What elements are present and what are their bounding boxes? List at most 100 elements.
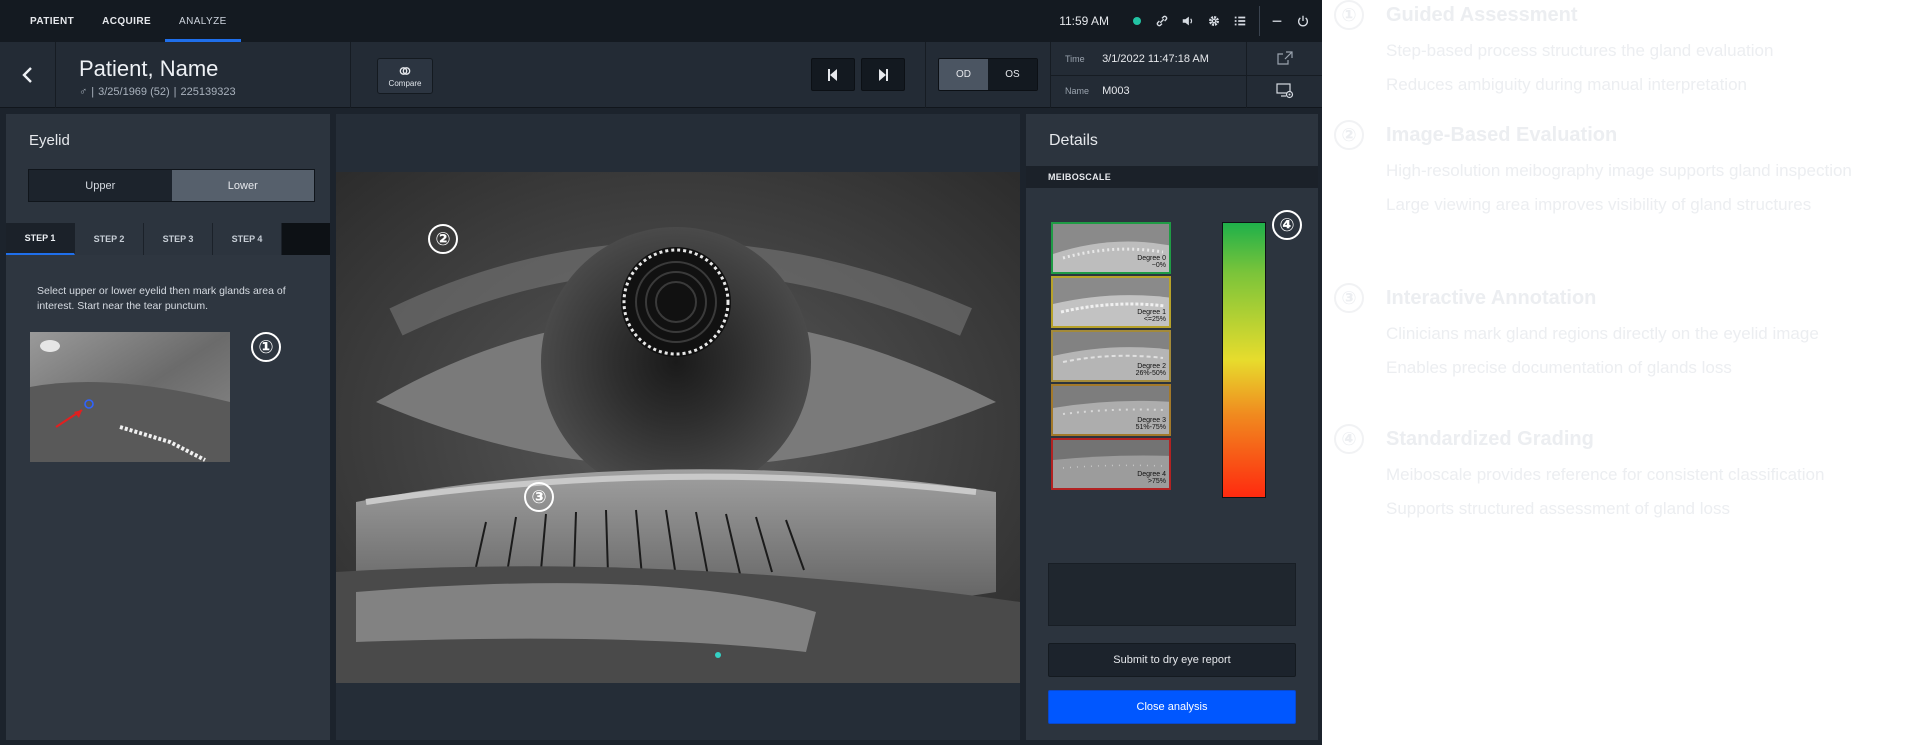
- time-value: 3/1/2022 11:47:18 AM: [1102, 53, 1209, 65]
- image-meta: Time 3/1/2022 11:47:18 AM Name M003: [1051, 42, 1322, 108]
- tab-step-2[interactable]: STEP 2: [75, 223, 144, 255]
- annotation-text: Large viewing area improves visibility o…: [1386, 195, 1812, 214]
- volume-icon[interactable]: [1181, 14, 1195, 28]
- nav-right-tools: 11:59 AM: [1059, 0, 1322, 42]
- top-nav: PATIENT ACQUIRE ANALYZE 11:59 AM: [0, 0, 1322, 42]
- export-icon[interactable]: [1276, 49, 1294, 67]
- patient-bar: Patient, Name ♂ | 3/25/1969 (52) | 225139323…: [0, 42, 1322, 108]
- divider: [925, 42, 926, 108]
- annotation-item-2: ② Image-Based Evaluation High-resolution…: [1334, 120, 1906, 229]
- minimize-icon[interactable]: [1270, 14, 1284, 28]
- clock: 11:59 AM: [1059, 14, 1109, 28]
- panel-title: Eyelid: [29, 132, 70, 149]
- annotation-title: Interactive Annotation: [1386, 287, 1597, 309]
- divider: [1246, 42, 1247, 108]
- annotation-text: Clinicians mark gland regions directly o…: [1386, 324, 1819, 343]
- patient-name: Patient, Name: [79, 56, 219, 81]
- degree-card-3[interactable]: Degree 3 51%-75%: [1051, 384, 1171, 436]
- tab-analyze[interactable]: ANALYZE: [165, 0, 241, 42]
- annotation-text: Enables precise documentation of glands …: [1386, 358, 1732, 377]
- image-viewer: [336, 114, 1020, 740]
- eyelid-option-lower[interactable]: Lower: [171, 170, 314, 201]
- compare-button[interactable]: Compare: [377, 58, 433, 94]
- status-indicator: [1133, 17, 1141, 25]
- tab-step-4[interactable]: STEP 4: [213, 223, 282, 255]
- gear-icon[interactable]: [1207, 14, 1221, 28]
- meiboscale-label: MEIBOSCALE: [1048, 172, 1112, 182]
- annotation-number: ①: [1334, 0, 1364, 30]
- callout-badge-2: ②: [428, 224, 458, 254]
- annotation-title: Image-Based Evaluation: [1386, 124, 1618, 146]
- back-button[interactable]: [0, 42, 56, 108]
- link-icon[interactable]: [1155, 14, 1169, 28]
- annotation-number: ②: [1334, 120, 1364, 150]
- viewer-bottom-bar: [336, 683, 1020, 740]
- time-label: Time: [1065, 54, 1085, 64]
- eye-option-os[interactable]: OS: [988, 59, 1037, 90]
- annotation-text: Reduces ambiguity during manual interpre…: [1386, 75, 1747, 94]
- degree-card-0[interactable]: Degree 0 ~0%: [1051, 222, 1171, 274]
- annotation-item-4: ④ Standardized Grading Meiboscale provid…: [1334, 424, 1906, 533]
- divider: [350, 42, 351, 108]
- degree-card-1[interactable]: Degree 1 <=25%: [1051, 276, 1171, 328]
- instruction-text: Select upper or lower eyelid then mark g…: [37, 285, 286, 312]
- notes-area[interactable]: [1048, 563, 1296, 626]
- divider: [1259, 6, 1260, 36]
- annotation-text: Meiboscale provides reference for consis…: [1386, 465, 1825, 484]
- eye-option-od[interactable]: OD: [939, 59, 988, 90]
- tab-step-3[interactable]: STEP 3: [144, 223, 213, 255]
- degree-label: Degree 0 ~0%: [1137, 255, 1166, 269]
- display-settings-icon[interactable]: [1276, 82, 1294, 100]
- tab-step-1[interactable]: STEP 1: [6, 223, 75, 255]
- annotation-text: High-resolution meibography image suppor…: [1386, 161, 1852, 180]
- eyelid-panel: Eyelid Upper Lower STEP 1 STEP 2 STEP 3 …: [6, 114, 330, 740]
- compare-icon: [399, 66, 411, 75]
- guide-image: [30, 332, 230, 462]
- degree-label: Degree 2 26%-50%: [1135, 363, 1166, 377]
- annotation-title: Guided Assessment: [1386, 4, 1578, 26]
- tab-acquire[interactable]: ACQUIRE: [88, 0, 165, 42]
- eye-selector: OD OS: [938, 58, 1038, 91]
- previous-image-button[interactable]: [811, 58, 855, 91]
- annotation-sidebar: ① Guided Assessment Step-based process s…: [1322, 0, 1920, 745]
- degree-card-4[interactable]: Degree 4 >75%: [1051, 438, 1171, 490]
- next-image-button[interactable]: [861, 58, 905, 91]
- close-analysis-button[interactable]: Close analysis: [1048, 690, 1296, 724]
- skip-next-icon: [879, 68, 888, 81]
- degree-label: Degree 3 51%-75%: [1135, 417, 1166, 431]
- time-row: Time 3/1/2022 11:47:18 AM: [1065, 53, 1209, 65]
- divider: [1051, 75, 1322, 76]
- list-icon[interactable]: [1233, 14, 1247, 28]
- callout-badge-1: ①: [251, 332, 281, 362]
- name-label: Name: [1065, 86, 1090, 96]
- tab-patient[interactable]: PATIENT: [16, 0, 88, 42]
- name-row: Name M003: [1065, 85, 1130, 97]
- eyelid-selector: Upper Lower: [28, 169, 315, 202]
- annotation-text: Supports structured assessment of gland …: [1386, 499, 1730, 518]
- gender-icon: ♂: [79, 86, 88, 98]
- chevron-left-icon: [21, 67, 32, 83]
- meiboscale-header: MEIBOSCALE: [1026, 166, 1318, 188]
- meiboscale-color-bar: [1222, 222, 1266, 498]
- callout-badge-4: ④: [1272, 210, 1302, 240]
- power-icon[interactable]: [1296, 14, 1310, 28]
- panel-title: Details: [1049, 132, 1098, 149]
- submit-report-button[interactable]: Submit to dry eye report: [1048, 643, 1296, 677]
- tab-bar-fill: [282, 223, 330, 255]
- degree-card-2[interactable]: Degree 2 26%-50%: [1051, 330, 1171, 382]
- meibography-app: PATIENT ACQUIRE ANALYZE 11:59 AM Patient…: [0, 0, 1322, 745]
- annotation-number: ③: [1334, 283, 1364, 313]
- step-tabs: STEP 1 STEP 2 STEP 3 STEP 4: [6, 223, 330, 255]
- details-panel: Details MEIBOSCALE Degree 0 ~0% Degree 1 <…: [1026, 114, 1318, 740]
- patient-dob: 3/25/1969 (52): [98, 86, 170, 98]
- annotation-item-1: ① Guided Assessment Step-based process s…: [1334, 0, 1906, 109]
- callout-badge-3: ③: [524, 482, 554, 512]
- skip-previous-icon: [828, 68, 837, 81]
- annotation-number: ④: [1334, 424, 1364, 454]
- degree-label: Degree 4 >75%: [1137, 471, 1166, 485]
- name-value: M003: [1102, 85, 1130, 97]
- eyelid-option-upper[interactable]: Upper: [29, 170, 172, 201]
- degree-label: Degree 1 <=25%: [1137, 309, 1166, 323]
- patient-meta: ♂ | 3/25/1969 (52) | 225139323: [79, 86, 236, 98]
- step-content: Select upper or lower eyelid then mark g…: [6, 255, 330, 740]
